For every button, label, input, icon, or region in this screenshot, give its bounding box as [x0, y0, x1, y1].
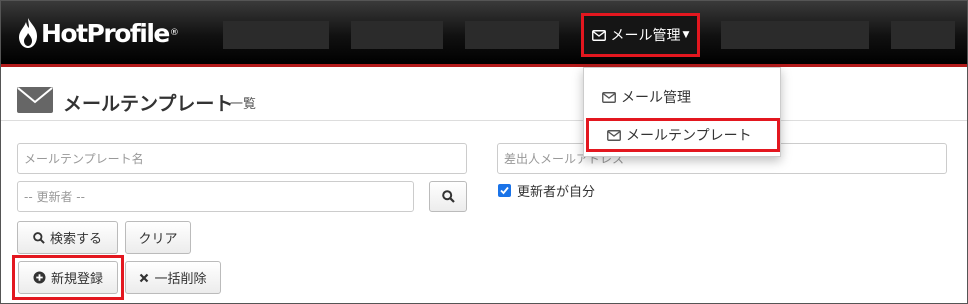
x-icon	[140, 273, 149, 282]
template-name-input[interactable]: メールテンプレート名	[17, 143, 467, 174]
self-updater-checkbox-row[interactable]: 更新者が自分	[498, 181, 595, 200]
caret-down-icon: ▼	[682, 30, 690, 40]
clear-button-label: クリア	[138, 232, 178, 247]
nav-item-redacted-1[interactable]	[223, 21, 329, 49]
envelope-icon	[602, 91, 616, 103]
flame-logo-icon	[19, 18, 37, 48]
new-register-button[interactable]: 新規登録	[18, 261, 118, 294]
nav-item-redacted-3[interactable]	[465, 21, 559, 49]
page-title: メールテンプレート	[63, 93, 234, 115]
dropdown-item-mail-template[interactable]: メールテンプレート	[586, 118, 780, 152]
search-button[interactable]: 検索する	[17, 221, 118, 254]
clear-button[interactable]: クリア	[125, 221, 191, 254]
self-updater-label: 更新者が自分	[517, 185, 596, 200]
envelope-icon	[607, 129, 621, 141]
nav-item-redacted-2[interactable]	[351, 21, 443, 49]
envelope-icon	[591, 29, 606, 41]
plus-circle-icon	[33, 271, 46, 284]
hotprofile-logo[interactable]: HotProfile ®	[17, 15, 179, 51]
bulk-delete-button-label: 一括削除	[154, 272, 207, 287]
search-button-label: 検索する	[49, 232, 102, 247]
self-updater-checkbox[interactable]	[498, 184, 511, 197]
nav-item-redacted-5[interactable]	[891, 21, 955, 49]
bulk-delete-button[interactable]: 一括削除	[125, 261, 221, 294]
dropdown-item-label: メール管理	[621, 90, 691, 106]
top-navbar: HotProfile ® メール管理 ▼	[1, 1, 967, 67]
logo-registered-mark: ®	[169, 28, 179, 38]
updater-select[interactable]: -- 更新者 --	[17, 181, 414, 212]
mail-dropdown-menu: メール管理 メールテンプレート	[583, 67, 781, 157]
updater-search-button[interactable]	[429, 181, 467, 212]
logo-text: HotProfile	[41, 18, 170, 48]
magnifier-icon	[33, 231, 45, 244]
magnifier-icon	[441, 190, 455, 203]
new-register-button-label: 新規登録	[50, 272, 103, 287]
envelope-title-icon	[17, 87, 53, 113]
checkmark-icon	[500, 186, 509, 195]
dropdown-item-label: メールテンプレート	[626, 128, 752, 144]
page-header: メールテンプレート 一覧	[1, 79, 967, 121]
nav-item-redacted-4[interactable]	[721, 21, 869, 49]
page-subtitle: 一覧	[230, 97, 257, 112]
dropdown-item-mail-management[interactable]: メール管理	[584, 80, 780, 114]
nav-mail-label: メール管理	[610, 28, 681, 44]
nav-mail-management-menu[interactable]: メール管理 ▼	[581, 13, 700, 57]
